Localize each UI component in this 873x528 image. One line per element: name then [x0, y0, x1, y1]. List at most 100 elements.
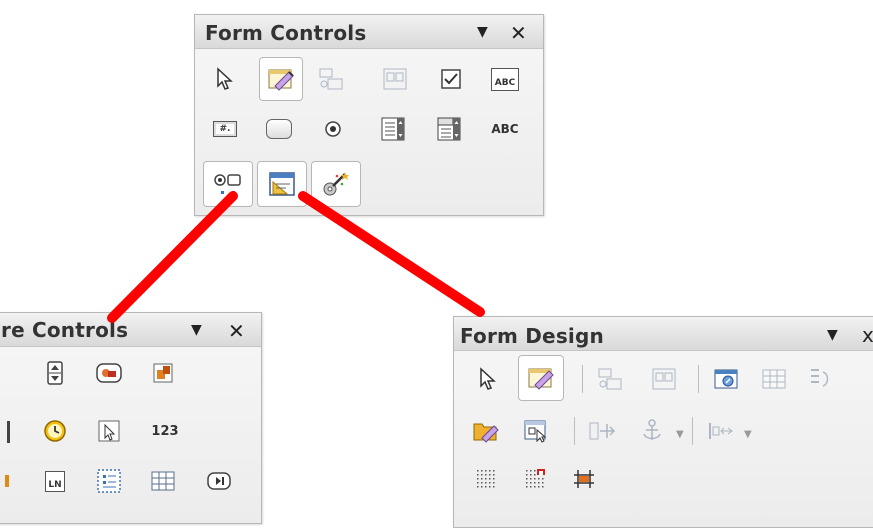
design-mode-button[interactable] [518, 355, 564, 401]
add-field-icon [762, 369, 786, 389]
dropdown-arrow-icon[interactable]: ▼ [191, 322, 202, 338]
anchor-icon [643, 419, 661, 440]
helplines-icon [574, 470, 594, 488]
dropdown-arrow-icon[interactable]: ▼ [477, 24, 488, 40]
more-controls-button[interactable] [203, 161, 253, 207]
alignment-button [700, 411, 740, 451]
image-control-button[interactable] [143, 353, 183, 393]
navigation-bar-button[interactable] [199, 461, 239, 501]
checkbox-button[interactable] [431, 59, 471, 99]
navigation-bar-icon [207, 472, 231, 490]
toolbar-separator [574, 417, 575, 445]
form-design-button[interactable] [257, 161, 307, 207]
snap-to-grid-button[interactable] [516, 459, 556, 499]
dropdown-arrow-icon[interactable]: ▼ [827, 327, 838, 343]
design-mode-icon [268, 69, 294, 91]
group-box-icon [97, 469, 121, 493]
activation-order-icon [811, 369, 829, 387]
label-field-button[interactable]: ABC [485, 109, 525, 149]
wizard-wand-icon [323, 172, 349, 196]
design-mode-button[interactable] [259, 57, 303, 101]
file-selection-button[interactable] [89, 411, 129, 451]
list-box-button[interactable] [373, 109, 413, 149]
open-in-design-mode-button[interactable] [466, 411, 506, 451]
more-controls-icon [214, 174, 241, 194]
formatted-field-label: #. [219, 124, 231, 134]
helplines-while-moving-button[interactable] [564, 459, 604, 499]
activation-order-button [800, 359, 840, 399]
form-navigator-button[interactable] [706, 359, 746, 399]
form-properties-icon [652, 368, 676, 390]
form-controls-titlebar[interactable]: Form Controls ▼ ✕ [195, 15, 543, 49]
form-properties-icon [383, 68, 407, 90]
radio-button-icon [325, 121, 341, 137]
file-selection-icon [98, 420, 120, 442]
clock-icon [44, 420, 66, 442]
form-controls-toolbar: Form Controls ▼ ✕ ABC #. ABC [194, 14, 544, 216]
design-mode-icon [528, 368, 554, 390]
table-control-icon [151, 471, 175, 491]
form-properties-button [375, 59, 415, 99]
form-navigator-icon [714, 369, 738, 389]
pattern-field-label: LN [48, 479, 62, 490]
more-controls-toolbar: re Controls ▼ ✕ 123 LN [0, 312, 262, 524]
add-field-button [754, 359, 794, 399]
anchor-dropdown-arrow: ▼ [676, 429, 684, 440]
display-grid-button[interactable] [466, 459, 506, 499]
close-icon[interactable]: x [862, 323, 873, 347]
time-field-button[interactable] [35, 411, 75, 451]
toolbar-separator [582, 365, 583, 393]
numeric-field-button[interactable]: 123 [145, 411, 185, 451]
image-control-icon [153, 363, 173, 383]
more-controls-title: re Controls [1, 318, 129, 342]
text-box-button[interactable]: ABC [485, 59, 525, 99]
close-icon[interactable]: ✕ [228, 319, 245, 343]
partial-icon-edge [7, 421, 10, 443]
control-properties-icon [598, 368, 622, 390]
pointer-icon [217, 67, 233, 90]
list-box-icon [381, 117, 405, 141]
toolbar-separator [698, 365, 699, 393]
open-in-design-mode-icon [473, 423, 499, 443]
image-button-button[interactable] [89, 353, 129, 393]
spin-button-button[interactable] [35, 353, 75, 393]
snap-to-grid-icon [526, 469, 545, 488]
form-properties-button [644, 359, 684, 399]
control-properties-button [590, 359, 630, 399]
select-tool-button[interactable] [205, 59, 245, 99]
form-design-toolbar: Form Design ▼ x ▼ ▼ [453, 316, 873, 528]
text-box-label: ABC [494, 77, 516, 88]
automatic-control-focus-icon [524, 420, 547, 443]
automatic-control-focus-button[interactable] [516, 411, 556, 451]
close-icon[interactable]: ✕ [510, 21, 527, 45]
spin-button-icon [47, 361, 63, 385]
form-design-title: Form Design [460, 324, 604, 348]
alignment-dropdown-arrow: ▼ [744, 429, 752, 440]
toolbar-separator [692, 417, 693, 445]
control-properties-icon [319, 68, 343, 90]
pattern-field-icon: LN [45, 470, 65, 492]
push-button-button[interactable] [259, 109, 299, 149]
form-controls-title: Form Controls [205, 21, 367, 45]
combo-box-button[interactable] [429, 109, 469, 149]
push-button-icon [266, 119, 292, 139]
table-control-button[interactable] [143, 461, 183, 501]
control-properties-button [311, 59, 351, 99]
anchor-button [632, 411, 672, 451]
formatted-field-icon: #. [213, 121, 237, 137]
partial-icon-edge-orange [5, 475, 9, 487]
label-field-text: ABC [491, 122, 519, 136]
alignment-icon [709, 423, 733, 439]
image-button-icon [96, 363, 122, 383]
select-tool-button[interactable] [468, 359, 508, 399]
pattern-field-button[interactable]: LN [35, 461, 75, 501]
form-design-titlebar[interactable]: Form Design ▼ x [454, 317, 873, 351]
more-controls-titlebar[interactable]: re Controls ▼ ✕ [0, 313, 261, 347]
option-button-button[interactable] [313, 109, 353, 149]
checkbox-icon [441, 69, 461, 89]
pointer-icon [480, 367, 496, 390]
wizards-on-off-button[interactable] [311, 161, 361, 207]
position-and-size-button [582, 411, 622, 451]
formatted-field-button[interactable]: #. [205, 109, 245, 149]
group-box-button[interactable] [89, 461, 129, 501]
